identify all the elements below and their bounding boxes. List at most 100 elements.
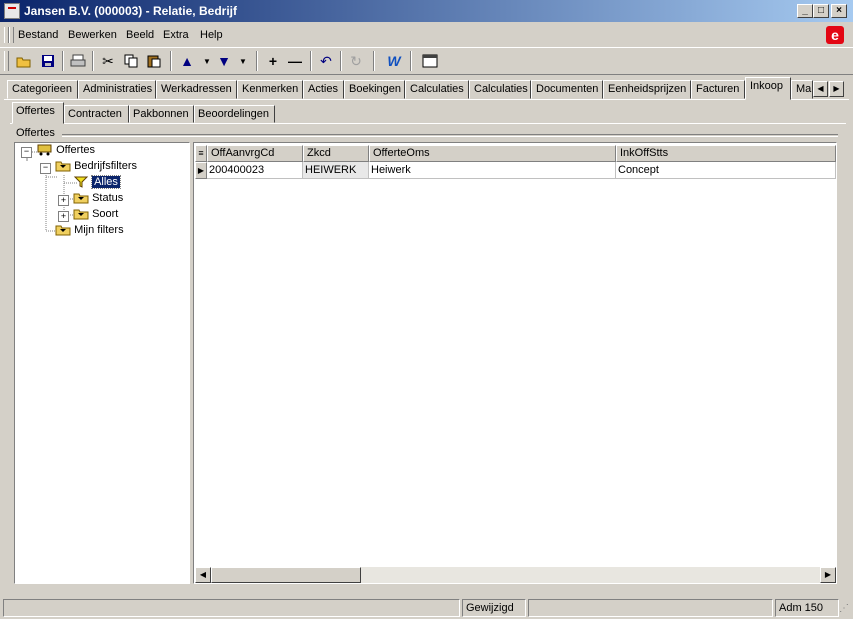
cart-icon	[37, 144, 53, 156]
undo-icon[interactable]: ↶	[315, 50, 337, 72]
subtab-strip-line	[10, 123, 846, 124]
subtab-contracten[interactable]: Contracten	[64, 105, 129, 123]
grid-header-offaanvrgcd[interactable]: OffAanvrgCd	[207, 145, 303, 162]
cell-offaanvrgcd[interactable]: 200400023	[207, 162, 303, 179]
tab-strip-line	[4, 99, 849, 100]
row-indicator-icon[interactable]: ▶	[195, 162, 207, 179]
tree-expand-soort-icon[interactable]: +	[58, 211, 69, 222]
open-icon[interactable]	[13, 50, 35, 72]
filter-icon	[73, 176, 89, 188]
status-middle	[528, 599, 773, 617]
tab-eenheidsprijzen[interactable]: Eenheidsprijzen	[603, 80, 691, 99]
arrow-down-dropdown-icon[interactable]: ▼	[232, 50, 254, 72]
tab-werkadressen[interactable]: Werkadressen	[156, 80, 237, 99]
grid-columns-icon[interactable]: ≡	[195, 145, 207, 162]
arrow-up-icon[interactable]: ▲	[176, 50, 198, 72]
tab-documenten[interactable]: Documenten	[531, 80, 603, 99]
tree-label-mijn-filters: Mijn filters	[74, 224, 124, 236]
menu-bewerken[interactable]: Bewerken	[68, 29, 117, 41]
tab-administraties[interactable]: Administraties	[78, 80, 156, 99]
toolbar: ✂ ▲ ▼ ▼ ▼ + — ↶ ↻ W	[0, 47, 853, 75]
group-label: Offertes	[16, 127, 55, 139]
menu-beeld[interactable]: Beeld	[126, 29, 154, 41]
resize-grip-icon[interactable]: ⋰	[839, 603, 851, 615]
minus-icon[interactable]: —	[284, 50, 306, 72]
menu-extra[interactable]: Extra	[163, 29, 189, 41]
tree-node-soort[interactable]: Soort	[73, 208, 118, 224]
tab-categorieen[interactable]: Categorieen	[7, 80, 78, 99]
tree-label-offertes: Offertes	[56, 144, 95, 156]
filter-tree: − Offertes − Bedrijfsfilters Alles + Sta…	[14, 142, 190, 584]
window-icon[interactable]	[419, 50, 441, 72]
status-left	[3, 599, 460, 617]
tree-collapse-bedrijfsfilters-icon[interactable]: −	[40, 163, 51, 174]
tab-facturen[interactable]: Facturen	[691, 80, 745, 99]
tab-kenmerken[interactable]: Kenmerken	[237, 80, 303, 99]
folder-filter-icon	[73, 192, 89, 204]
paste-icon[interactable]	[143, 50, 165, 72]
cell-inkoffstts[interactable]: Concept	[616, 162, 836, 179]
save-icon[interactable]	[37, 50, 59, 72]
scroll-thumb[interactable]	[211, 567, 361, 583]
horizontal-scrollbar[interactable]: ◀ ▶	[195, 567, 836, 583]
folder-filter-icon	[55, 160, 71, 172]
subtab-offertes[interactable]: Offertes	[12, 102, 64, 124]
offertes-grid: ≡ OffAanvrgCd Zkcd OfferteOms InkOffStts…	[193, 142, 837, 584]
app-icon[interactable]	[4, 3, 20, 19]
copy-icon[interactable]	[120, 50, 142, 72]
toolbar-separator	[62, 51, 64, 71]
toolbar-separator	[92, 51, 94, 71]
title-bar: Jansen B.V. (000003) - Relatie, Bedrijf …	[0, 0, 853, 22]
tab-scroll-left-icon[interactable]: ◀	[813, 81, 828, 97]
tree-collapse-root-icon[interactable]: −	[21, 147, 32, 158]
toolbar-separator	[340, 51, 342, 71]
folder-filter-icon	[73, 208, 89, 220]
plus-icon[interactable]: +	[262, 50, 284, 72]
table-row[interactable]: ▶ 200400023 HEIWERK Heiwerk Concept	[195, 162, 836, 179]
cut-icon[interactable]: ✂	[97, 50, 119, 72]
status-administration: Adm 150	[775, 599, 839, 617]
tree-node-bedrijfsfilters[interactable]: Bedrijfsfilters	[55, 160, 137, 176]
print-icon[interactable]	[67, 50, 89, 72]
menu-grip-2	[9, 27, 14, 43]
tree-node-offertes[interactable]: Offertes	[37, 144, 95, 160]
toolbar-separator	[256, 51, 258, 71]
tab-calculaties-2[interactable]: Calculaties	[469, 80, 531, 99]
tab-calculaties-1[interactable]: Calculaties	[405, 80, 469, 99]
toolbar-separator	[310, 51, 312, 71]
toolbar-separator	[373, 51, 375, 71]
window-title: Jansen B.V. (000003) - Relatie, Bedrijf	[24, 4, 237, 18]
tree-label-soort: Soort	[92, 208, 119, 220]
tab-inkoop[interactable]: Inkoop	[745, 77, 791, 100]
menu-bestand[interactable]: Bestand	[18, 29, 58, 41]
toolbar-grip[interactable]	[4, 51, 9, 71]
scroll-right-icon[interactable]: ▶	[820, 567, 836, 583]
grid-header-offerteoms[interactable]: OfferteOms	[369, 145, 616, 162]
subtab-beoordelingen[interactable]: Beoordelingen	[194, 105, 275, 123]
scroll-left-icon[interactable]: ◀	[195, 567, 211, 583]
cell-offerteoms[interactable]: Heiwerk	[369, 162, 616, 179]
tree-node-alles[interactable]: Alles	[73, 175, 121, 192]
minimize-button[interactable]: _	[797, 4, 813, 18]
word-icon[interactable]: W	[383, 50, 405, 72]
refresh-icon[interactable]: ↻	[345, 50, 367, 72]
tree-label-bedrijfsfilters: Bedrijfsfilters	[74, 160, 138, 172]
status-modified: Gewijzigd	[462, 599, 526, 617]
grid-header-zkcd[interactable]: Zkcd	[303, 145, 369, 162]
maximize-button[interactable]: □	[813, 4, 829, 18]
folder-filter-icon	[55, 224, 71, 236]
tree-node-status[interactable]: Status	[73, 192, 123, 208]
toolbar-separator	[170, 51, 172, 71]
group-divider	[62, 134, 838, 137]
cell-zkcd[interactable]: HEIWERK	[303, 162, 369, 179]
close-button[interactable]: ×	[831, 4, 847, 18]
subtab-pakbonnen[interactable]: Pakbonnen	[129, 105, 194, 123]
tab-scroll-right-icon[interactable]: ▶	[829, 81, 844, 97]
menu-help[interactable]: Help	[200, 29, 223, 41]
tab-acties[interactable]: Acties	[303, 80, 344, 99]
tree-expand-status-icon[interactable]: +	[58, 195, 69, 206]
tab-boekingen[interactable]: Boekingen	[344, 80, 405, 99]
tree-node-mijn-filters[interactable]: Mijn filters	[55, 224, 124, 240]
grid-header-inkoffstts[interactable]: InkOffStts	[616, 145, 836, 162]
tab-ma[interactable]: Ma	[791, 80, 813, 99]
